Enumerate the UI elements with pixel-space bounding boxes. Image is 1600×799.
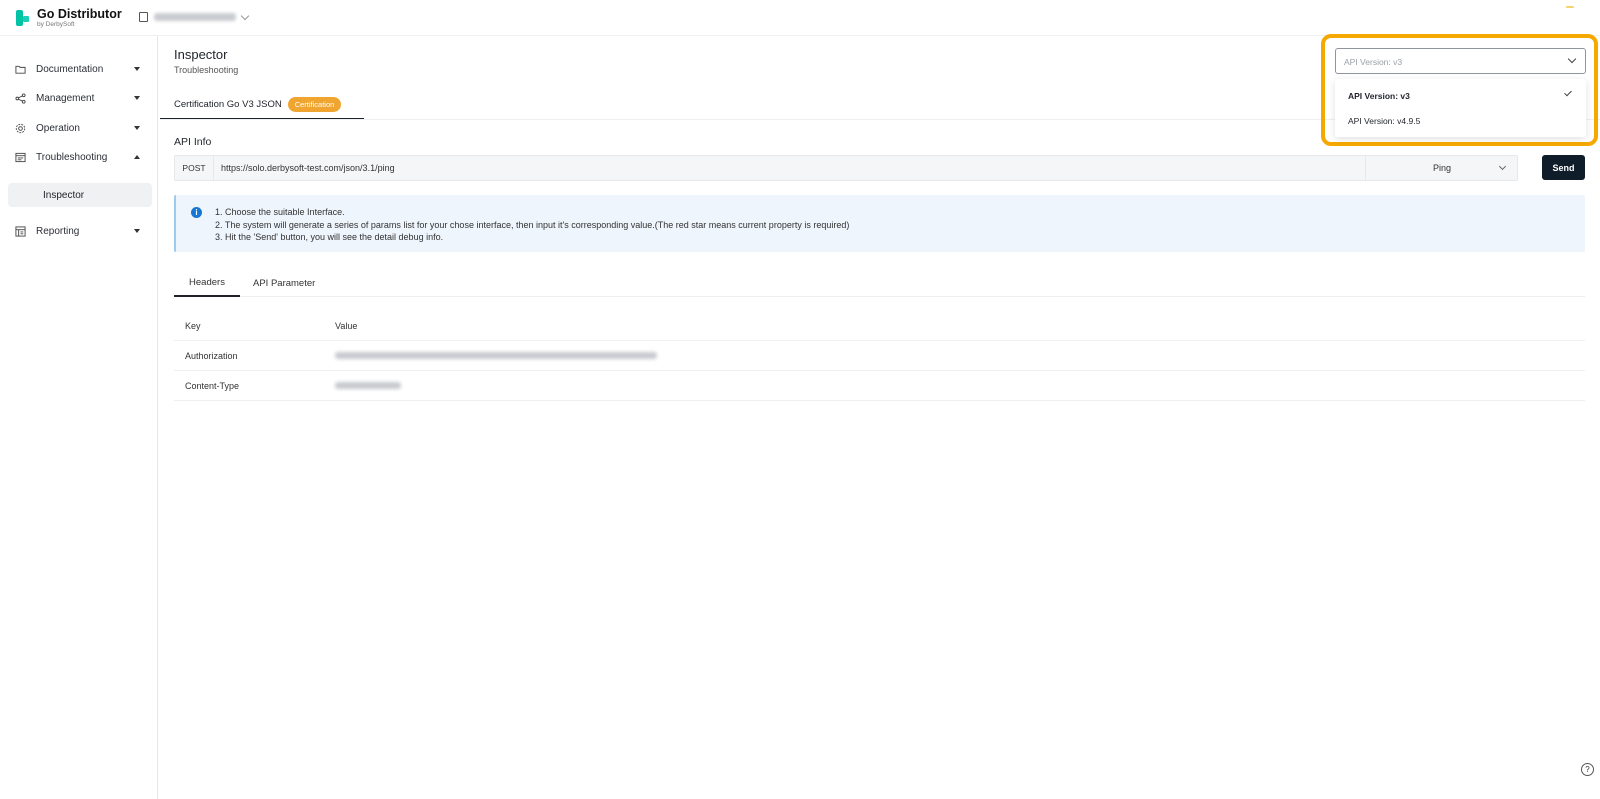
tab-headers[interactable]: Headers bbox=[174, 270, 240, 297]
sidebar: Documentation Management Operation Troub… bbox=[0, 36, 158, 799]
tab-api-parameter[interactable]: API Parameter bbox=[253, 270, 315, 297]
column-header-key: Key bbox=[185, 321, 201, 331]
header-value-blurred bbox=[335, 382, 401, 389]
sidebar-item-troubleshooting[interactable]: Troubleshooting bbox=[0, 143, 158, 171]
caret-up-icon bbox=[134, 155, 140, 159]
tab-certification[interactable]: Certification Go V3 JSON Certification bbox=[160, 91, 364, 120]
api-version-option[interactable]: API Version: v4.9.5 bbox=[1335, 108, 1586, 132]
building-icon bbox=[139, 12, 148, 22]
gear-icon bbox=[15, 123, 26, 133]
tab-certification-label: Certification Go V3 JSON bbox=[174, 99, 282, 110]
send-button[interactable]: Send bbox=[1542, 155, 1585, 180]
folder-icon bbox=[15, 65, 26, 74]
help-icon[interactable]: ? bbox=[1581, 763, 1594, 776]
chevron-down-icon bbox=[240, 11, 250, 20]
sidebar-item-reporting[interactable]: Reporting bbox=[0, 217, 158, 245]
certification-badge: Certification bbox=[287, 97, 342, 112]
sidebar-item-label: Management bbox=[36, 92, 95, 104]
header-value-blurred bbox=[335, 352, 657, 359]
api-version-select-value: API Version: v3 bbox=[1344, 57, 1403, 67]
info-icon: i bbox=[191, 207, 202, 218]
caret-down-icon bbox=[134, 126, 140, 130]
sidebar-item-operation[interactable]: Operation bbox=[0, 114, 158, 142]
page-breadcrumb: Troubleshooting bbox=[174, 65, 239, 75]
table-row: Authorization bbox=[174, 341, 1585, 371]
api-version-option[interactable]: API Version: v3 bbox=[1335, 83, 1586, 107]
instruction-line: 3. Hit the 'Send' button, you will see t… bbox=[215, 232, 444, 243]
sidebar-subitem-inspector[interactable]: Inspector bbox=[8, 183, 152, 207]
caret-down-icon bbox=[134, 229, 140, 233]
report-icon bbox=[15, 225, 26, 237]
http-method: POST bbox=[175, 156, 214, 180]
check-icon bbox=[1564, 88, 1572, 97]
caret-down-icon bbox=[134, 67, 140, 71]
header-key: Authorization bbox=[185, 351, 238, 361]
api-version-option-label: API Version: v3 bbox=[1348, 91, 1410, 101]
chevron-down-icon bbox=[1498, 162, 1507, 171]
interface-select-value: Ping bbox=[1432, 163, 1451, 173]
sidebar-item-label: Troubleshooting bbox=[36, 151, 108, 163]
tenant-name-blurred bbox=[154, 13, 236, 21]
logo-icon bbox=[16, 10, 29, 26]
request-tabs: Headers API Parameter bbox=[174, 270, 1585, 297]
header-key: Content-Type bbox=[185, 381, 240, 391]
api-version-option-label: API Version: v4.9.5 bbox=[1348, 116, 1421, 126]
api-version-dropdown: API Version: v3 API Version: v4.9.5 bbox=[1335, 79, 1586, 137]
sidebar-subitem-label: Inspector bbox=[43, 189, 85, 201]
monitor-icon bbox=[15, 152, 26, 162]
app-logo[interactable]: Go Distributor by DerbySoft bbox=[16, 7, 122, 29]
api-info-heading: API Info bbox=[174, 136, 212, 148]
column-header-value: Value bbox=[335, 321, 358, 331]
request-bar: POST https://solo.derbysoft-test.com/jso… bbox=[174, 155, 1518, 181]
chevron-down-icon bbox=[1567, 54, 1577, 64]
sidebar-item-label: Reporting bbox=[36, 225, 80, 237]
top-bar: Go Distributor by DerbySoft bbox=[0, 0, 1600, 36]
caret-down-icon bbox=[134, 96, 140, 100]
table-header-row: Key Value bbox=[174, 311, 1585, 341]
sidebar-item-label: Documentation bbox=[36, 63, 104, 75]
instruction-line: 1. Choose the suitable Interface. bbox=[215, 207, 345, 217]
instruction-line: 2. The system will generate a series of … bbox=[215, 219, 850, 230]
sidebar-item-documentation[interactable]: Documentation bbox=[0, 55, 158, 83]
tenant-selector[interactable] bbox=[139, 11, 250, 22]
notification-indicator bbox=[1566, 6, 1574, 8]
interface-select[interactable]: Ping bbox=[1365, 156, 1518, 180]
api-version-select[interactable]: API Version: v3 bbox=[1335, 48, 1586, 74]
sidebar-item-label: Operation bbox=[36, 122, 80, 134]
share-icon bbox=[15, 92, 26, 104]
headers-table: Key Value Authorization Content-Type bbox=[174, 311, 1585, 401]
request-url[interactable]: https://solo.derbysoft-test.com/json/3.1… bbox=[221, 163, 395, 173]
table-row: Content-Type bbox=[174, 371, 1585, 401]
instructions-alert: i 1. Choose the suitable Interface. 2. T… bbox=[174, 195, 1585, 252]
sidebar-item-management[interactable]: Management bbox=[0, 84, 158, 112]
app-byline: by DerbySoft bbox=[37, 21, 75, 28]
app-name: Go Distributor bbox=[37, 7, 122, 21]
page-title: Inspector bbox=[174, 47, 228, 62]
